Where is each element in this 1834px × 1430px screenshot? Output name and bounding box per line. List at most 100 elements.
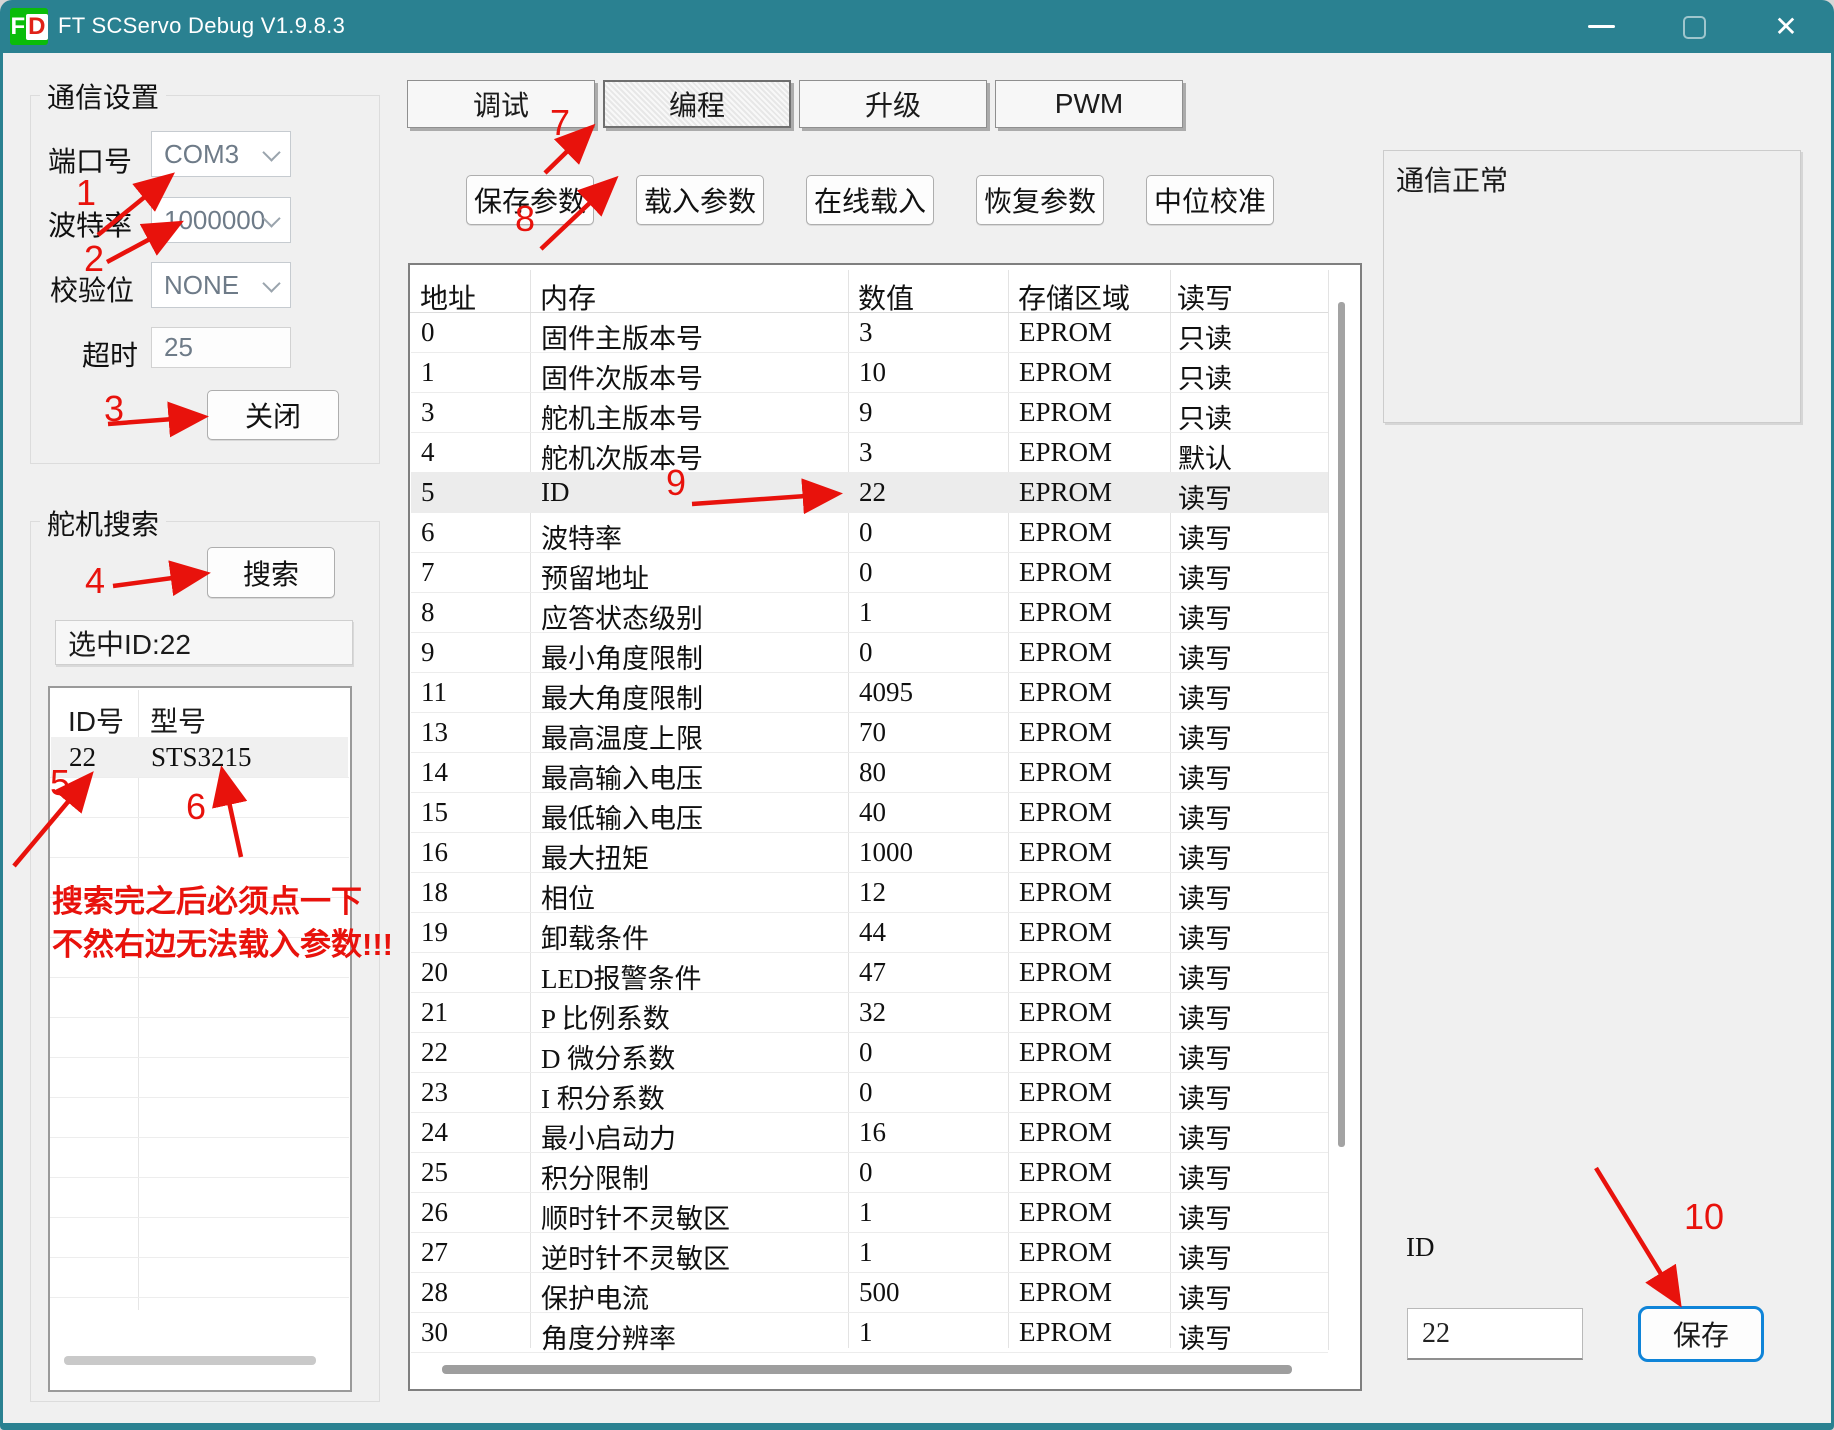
action-button-载入参数[interactable]: 载入参数 xyxy=(636,175,764,225)
tab-编程[interactable]: 编程 xyxy=(603,80,791,128)
cell-rw: 读写 xyxy=(1178,797,1232,836)
table-row[interactable]: 27逆时针不灵敏区1EPROM读写 xyxy=(411,1232,1328,1273)
register-table[interactable]: 地址内存数值存储区域读写 0固件主版本号3EPROM只读1固件次版本号10EPR… xyxy=(408,263,1362,1391)
table-row[interactable]: 6波特率0EPROM读写 xyxy=(411,512,1328,553)
parity-select[interactable]: NONE xyxy=(151,262,291,308)
table-row[interactable]: 23I 积分系数0EPROM读写 xyxy=(411,1072,1328,1113)
table-row[interactable]: 30角度分辨率1EPROM读写 xyxy=(411,1312,1328,1353)
id-value: 22 xyxy=(1422,1318,1450,1350)
tab-升级[interactable]: 升级 xyxy=(799,80,987,128)
cell-rw: 读写 xyxy=(1178,837,1232,876)
cell-rw: 读写 xyxy=(1178,717,1232,756)
save-button[interactable]: 保存 xyxy=(1638,1306,1764,1362)
cell-rw: 读写 xyxy=(1178,1317,1232,1356)
cell-rw: 读写 xyxy=(1178,757,1232,796)
table-row[interactable]: 9最小角度限制0EPROM读写 xyxy=(411,632,1328,673)
table-row[interactable]: 5ID22EPROM读写 xyxy=(411,472,1328,513)
register-table-vscrollbar[interactable] xyxy=(1338,302,1345,1147)
cell-name: 最高温度上限 xyxy=(541,717,703,756)
cell-name: P 比例系数 xyxy=(541,997,670,1036)
cell-name: 卸载条件 xyxy=(541,917,649,956)
servo-list-row[interactable]: 22STS3215 xyxy=(51,737,348,777)
annotation-step-10: 10 xyxy=(1684,1196,1724,1238)
minimize-icon[interactable] xyxy=(1588,25,1615,28)
action-button-中位校准[interactable]: 中位校准 xyxy=(1146,175,1274,225)
chevron-down-icon xyxy=(262,274,280,292)
cell-value: 0 xyxy=(859,517,873,548)
port-select[interactable]: COM3 xyxy=(151,131,291,177)
table-row[interactable]: 0固件主版本号3EPROM只读 xyxy=(411,312,1328,353)
annotation-step-7: 7 xyxy=(550,102,570,144)
table-row[interactable]: 18相位12EPROM读写 xyxy=(411,872,1328,913)
table-row[interactable]: 24最小启动力16EPROM读写 xyxy=(411,1112,1328,1153)
cell-addr: 28 xyxy=(421,1277,448,1308)
baud-select[interactable]: 1000000 xyxy=(151,197,291,243)
annotation-step-2: 2 xyxy=(84,238,104,280)
cell-rw: 读写 xyxy=(1178,1237,1232,1276)
servo-list-grid-line xyxy=(50,977,349,978)
timeout-label: 超时 xyxy=(82,334,138,374)
table-row[interactable]: 16最大扭矩1000EPROM读写 xyxy=(411,832,1328,873)
table-row[interactable]: 20LED报警条件47EPROM读写 xyxy=(411,952,1328,993)
title-bar[interactable]: F D FT SCServo Debug V1.9.8.3 ✕ xyxy=(0,0,1834,53)
cell-area: EPROM xyxy=(1019,877,1112,908)
timeout-input[interactable]: 25 xyxy=(151,327,291,368)
table-row[interactable]: 19卸载条件44EPROM读写 xyxy=(411,912,1328,953)
search-button[interactable]: 搜索 xyxy=(207,547,335,598)
cell-name: 保护电流 xyxy=(541,1277,649,1316)
register-table-hscrollbar[interactable] xyxy=(442,1365,1292,1374)
table-row[interactable]: 3舵机主版本号9EPROM只读 xyxy=(411,392,1328,433)
table-row[interactable]: 13最高温度上限70EPROM读写 xyxy=(411,712,1328,753)
table-row[interactable]: 1固件次版本号10EPROM只读 xyxy=(411,352,1328,393)
cell-name: 逆时针不灵敏区 xyxy=(541,1237,730,1276)
table-row[interactable]: 8应答状态级别1EPROM读写 xyxy=(411,592,1328,633)
id-label: ID xyxy=(1406,1232,1435,1263)
table-column-header-数值: 数值 xyxy=(858,277,914,317)
cell-area: EPROM xyxy=(1019,757,1112,788)
table-row[interactable]: 26顺时针不灵敏区1EPROM读写 xyxy=(411,1192,1328,1233)
annotation-note-line1: 搜索完之后必须点一下 xyxy=(52,876,362,921)
close-port-button[interactable]: 关闭 xyxy=(207,390,339,440)
cell-addr: 24 xyxy=(421,1117,448,1148)
cell-name: 应答状态级别 xyxy=(541,597,703,636)
table-row[interactable]: 15最低输入电压40EPROM读写 xyxy=(411,792,1328,833)
cell-name: LED报警条件 xyxy=(541,957,701,996)
servo-list-grid-line xyxy=(50,1017,349,1018)
cell-value: 70 xyxy=(859,717,886,748)
table-row[interactable]: 14最高输入电压80EPROM读写 xyxy=(411,752,1328,793)
cell-value: 3 xyxy=(859,437,873,468)
table-row[interactable]: 28保护电流500EPROM读写 xyxy=(411,1272,1328,1313)
cell-area: EPROM xyxy=(1019,1237,1112,1268)
servo-list-hscrollbar[interactable] xyxy=(64,1356,316,1365)
cell-area: EPROM xyxy=(1019,917,1112,948)
table-row[interactable]: 4舵机次版本号3EPROM默认 xyxy=(411,432,1328,473)
cell-value: 0 xyxy=(859,637,873,668)
status-box: 通信正常 xyxy=(1383,150,1801,423)
id-input[interactable]: 22 xyxy=(1407,1308,1583,1360)
cell-area: EPROM xyxy=(1019,837,1112,868)
cell-value: 0 xyxy=(859,557,873,588)
cell-value: 47 xyxy=(859,957,886,988)
servo-list-grid-line xyxy=(50,1057,349,1058)
maximize-icon[interactable] xyxy=(1683,16,1706,39)
table-row[interactable]: 22D 微分系数0EPROM读写 xyxy=(411,1032,1328,1073)
cell-rw: 读写 xyxy=(1178,677,1232,716)
cell-area: EPROM xyxy=(1019,437,1112,468)
table-row[interactable]: 7预留地址0EPROM读写 xyxy=(411,552,1328,593)
close-icon[interactable]: ✕ xyxy=(1768,8,1804,44)
cell-value: 12 xyxy=(859,877,886,908)
cell-value: 0 xyxy=(859,1037,873,1068)
servo-list-grid-line xyxy=(50,1257,349,1258)
table-row[interactable]: 25积分限制0EPROM读写 xyxy=(411,1152,1328,1193)
cell-value: 22 xyxy=(859,477,886,508)
cell-area: EPROM xyxy=(1019,557,1112,588)
table-row[interactable]: 11最大角度限制4095EPROM读写 xyxy=(411,672,1328,713)
table-row[interactable]: 21P 比例系数32EPROM读写 xyxy=(411,992,1328,1033)
cell-name: 波特率 xyxy=(541,517,622,556)
cell-area: EPROM xyxy=(1019,1277,1112,1308)
action-button-在线载入[interactable]: 在线载入 xyxy=(806,175,934,225)
action-button-恢复参数[interactable]: 恢复参数 xyxy=(976,175,1104,225)
cell-name: 预留地址 xyxy=(541,557,649,596)
cell-name: D 微分系数 xyxy=(541,1037,675,1076)
tab-PWM[interactable]: PWM xyxy=(995,80,1183,128)
